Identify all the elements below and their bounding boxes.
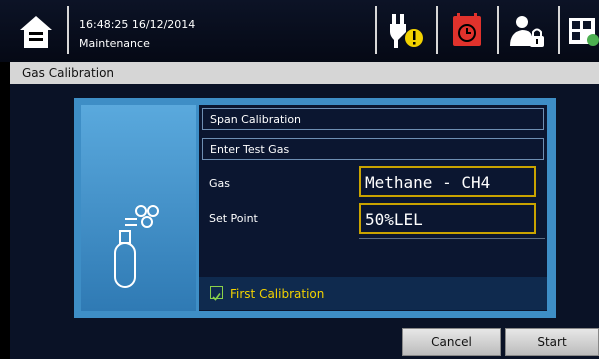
gas-cylinder-icon xyxy=(114,205,159,288)
divider xyxy=(558,6,560,54)
section-header: Span Calibration xyxy=(202,108,544,130)
calendar-alarm-icon xyxy=(453,13,481,46)
divider xyxy=(497,6,499,54)
gas-label: Gas xyxy=(209,177,230,190)
user-lock-button[interactable] xyxy=(502,8,554,54)
grid-refresh-icon xyxy=(569,18,599,46)
power-warning-button[interactable] xyxy=(380,8,432,54)
start-button[interactable]: Start xyxy=(505,328,599,356)
mode-text: Maintenance xyxy=(79,37,150,50)
subtitle-text: Enter Test Gas xyxy=(210,143,290,156)
top-bar: 16:48:25 16/12/2014 Maintenance xyxy=(0,0,599,62)
setpoint-field[interactable]: 50%LEL xyxy=(359,203,536,234)
user-lock-icon xyxy=(510,16,544,47)
cancel-button[interactable]: Cancel xyxy=(402,328,501,356)
section-title: Span Calibration xyxy=(210,113,302,126)
setpoint-label: Set Point xyxy=(209,212,258,225)
window-title: Gas Calibration xyxy=(22,66,115,80)
gas-field[interactable]: Methane - CH4 xyxy=(359,166,536,197)
divider-line xyxy=(359,238,545,239)
clock-text: 16:48:25 16/12/2014 xyxy=(79,18,196,31)
gas-cylinder-panel xyxy=(81,105,196,311)
subtitle-header: Enter Test Gas xyxy=(202,138,544,160)
first-calibration-label[interactable]: First Calibration xyxy=(230,287,324,301)
divider xyxy=(375,6,377,54)
divider xyxy=(67,6,69,54)
grid-refresh-button[interactable] xyxy=(563,8,599,54)
power-warning-icon xyxy=(390,14,423,48)
window-title-bar: Gas Calibration xyxy=(10,62,599,84)
checkmark-icon xyxy=(212,293,221,301)
first-calibration-checkbox[interactable] xyxy=(210,286,223,301)
calendar-alarm-button[interactable] xyxy=(441,8,493,54)
home-icon xyxy=(20,16,52,48)
divider xyxy=(436,6,438,54)
home-button[interactable] xyxy=(10,10,62,54)
